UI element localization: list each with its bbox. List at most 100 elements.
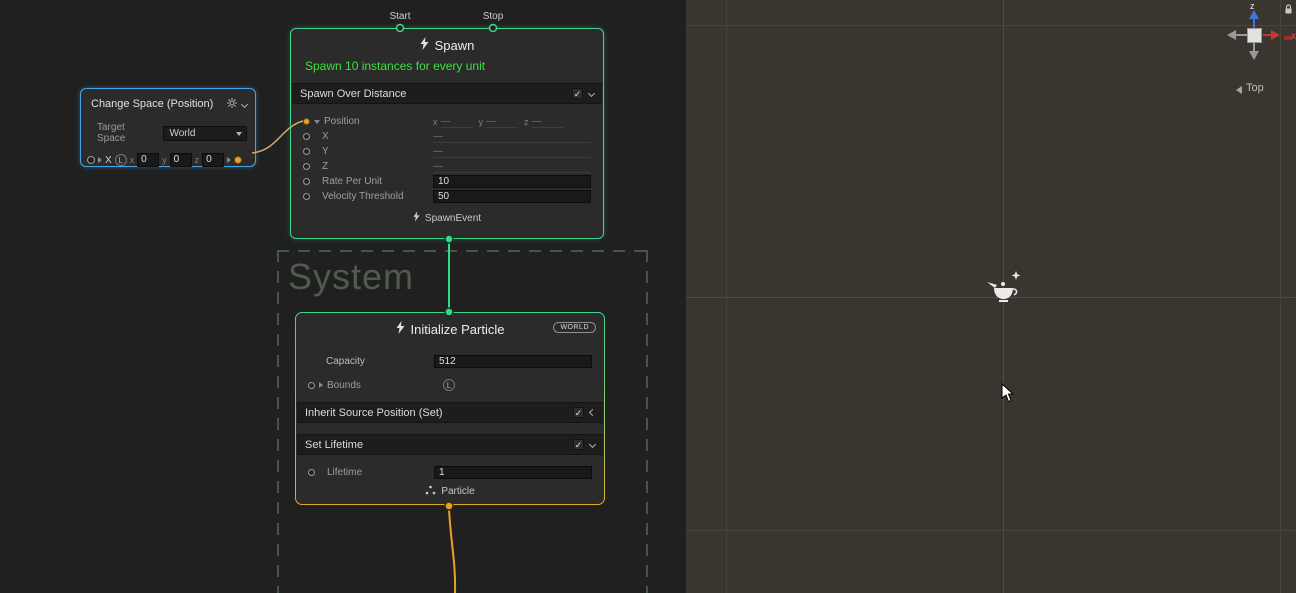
capacity-field[interactable]: 512: [434, 355, 592, 368]
rate-per-unit-label: Rate Per Unit: [322, 176, 382, 187]
spawn-title: Spawn: [435, 38, 475, 53]
particle-label: Particle: [441, 486, 474, 497]
velocity-threshold-label: Velocity Threshold: [322, 191, 404, 202]
gizmo-center-cube[interactable]: [1247, 28, 1262, 43]
change-space-input-port[interactable]: [87, 156, 95, 164]
input-x-label: X: [105, 155, 112, 166]
x-port[interactable]: [303, 133, 310, 140]
x-row-field: —: [433, 131, 591, 143]
change-space-node[interactable]: Change Space (Position) Target Space Wor…: [80, 88, 256, 167]
capacity-row: Capacity 512: [298, 353, 602, 369]
system-group-border-right[interactable]: [646, 250, 648, 593]
particle-icon: [425, 485, 436, 498]
position-expand-icon[interactable]: [314, 120, 320, 124]
x-value-field[interactable]: 0: [137, 153, 159, 167]
world-space-badge[interactable]: WORLD: [553, 322, 596, 333]
collapse-chevron-icon[interactable]: [241, 100, 248, 107]
target-space-label: Target Space: [97, 122, 155, 144]
lifetime-row: Lifetime 1: [298, 464, 602, 480]
graph-canvas[interactable]: System Start Stop Change Space (Position…: [0, 0, 686, 593]
y-port[interactable]: [303, 148, 310, 155]
spawn-subtitle: Spawn 10 instances for every unit: [305, 59, 485, 73]
rate-per-unit-row: Rate Per Unit 10: [293, 174, 601, 189]
lock-icon[interactable]: [1284, 2, 1293, 20]
position-label: Position: [324, 116, 360, 127]
view-mode-label[interactable]: Top: [1246, 82, 1264, 94]
pos-x-label: x: [433, 117, 438, 127]
particle-output-row: Particle: [296, 485, 604, 498]
gizmo-left-stem: [1236, 34, 1247, 36]
z-row: Z —: [293, 159, 601, 174]
change-space-output-port[interactable]: [234, 156, 242, 164]
initialize-bolt-icon: [396, 321, 405, 337]
y-component-label: y: [162, 155, 167, 165]
velocity-threshold-field[interactable]: 50: [433, 190, 591, 203]
spawn-over-distance-block[interactable]: Spawn Over Distance ✓: [292, 83, 602, 104]
z-value-field[interactable]: 0: [202, 153, 224, 167]
spawn-context-node[interactable]: Spawn Spawn 10 instances for every unit …: [290, 28, 604, 239]
spawn-stop-label: Stop: [471, 11, 515, 22]
spawn-output-row: SpawnEvent: [291, 211, 603, 225]
block-enabled-checkbox[interactable]: ✓: [572, 88, 583, 99]
initialize-title: Initialize Particle: [411, 322, 505, 337]
inherit-collapse-chevron-icon[interactable]: [589, 409, 596, 416]
spawnevent-label: SpawnEvent: [425, 213, 481, 224]
y-value-field[interactable]: 0: [170, 153, 192, 167]
bounds-space-toggle-icon[interactable]: L: [443, 379, 455, 391]
gizmo-x-axis[interactable]: [1271, 30, 1280, 40]
spawnevent-bolt-icon: [413, 211, 420, 225]
inherit-source-position-block[interactable]: Inherit Source Position (Set) ✓: [297, 402, 603, 423]
gizmo-z-axis[interactable]: [1249, 10, 1259, 19]
pos-y-field: —: [486, 116, 518, 128]
gizmo-down-stem: [1253, 43, 1255, 51]
spawn-bolt-icon: [420, 37, 429, 53]
rate-per-unit-port[interactable]: [303, 178, 310, 185]
gizmo-left-axis[interactable]: [1227, 30, 1236, 40]
spawn-start-label: Start: [378, 11, 422, 22]
pos-x-field: —: [441, 116, 473, 128]
z-row-field: —: [433, 161, 591, 173]
rate-per-unit-field[interactable]: 10: [433, 175, 591, 188]
set-lifetime-block[interactable]: Set Lifetime ✓: [297, 434, 603, 455]
system-group-border-top[interactable]: [277, 250, 648, 252]
bounds-expand-icon[interactable]: [319, 382, 323, 388]
gizmo-x-stem: [1263, 34, 1271, 36]
expand-triangle-icon[interactable]: [98, 157, 102, 163]
dropdown-arrow-icon: [236, 132, 242, 136]
view-mode-arrow-icon[interactable]: [1236, 86, 1242, 94]
gizmo-x-label: x: [1291, 31, 1296, 42]
gizmo-down-axis[interactable]: [1249, 51, 1259, 60]
lifetime-port[interactable]: [308, 469, 315, 476]
x-component-label: x: [130, 155, 135, 165]
lifetime-label: Lifetime: [327, 467, 362, 478]
position-port[interactable]: [303, 118, 310, 125]
scene-view[interactable]: z x Top: [686, 0, 1296, 593]
bounds-port[interactable]: [308, 382, 315, 389]
system-group-label: System: [288, 256, 414, 298]
pos-y-label: y: [479, 117, 484, 127]
lifetime-collapse-chevron-icon[interactable]: [589, 441, 596, 448]
edge-initialize-to-update[interactable]: [449, 507, 455, 593]
spawn-over-distance-title: Spawn Over Distance: [300, 88, 566, 100]
grid-line: [686, 530, 1296, 531]
bounds-row: Bounds L: [298, 377, 602, 393]
block-collapse-chevron-icon[interactable]: [588, 90, 595, 97]
z-port[interactable]: [303, 163, 310, 170]
lifetime-enabled-checkbox[interactable]: ✓: [573, 439, 584, 450]
gizmo-z-stem: [1253, 19, 1255, 28]
lifetime-field[interactable]: 1: [434, 466, 592, 479]
y-row-label: Y: [322, 146, 329, 157]
mouse-cursor: [1001, 383, 1015, 408]
bounds-label: Bounds: [327, 380, 361, 391]
capacity-label: Capacity: [326, 356, 365, 367]
settings-gear-icon[interactable]: [227, 95, 237, 113]
velocity-threshold-port[interactable]: [303, 193, 310, 200]
initialize-particle-node[interactable]: Initialize Particle WORLD Capacity 512 B…: [295, 312, 605, 505]
vfx-graph-window: System Start Stop Change Space (Position…: [0, 0, 1296, 593]
target-space-value: World: [169, 128, 195, 139]
space-toggle-icon[interactable]: L: [115, 154, 127, 166]
vfx-object-icon[interactable]: [986, 270, 1026, 311]
system-group-border-left[interactable]: [277, 250, 279, 593]
inherit-enabled-checkbox[interactable]: ✓: [573, 407, 584, 418]
target-space-dropdown[interactable]: World: [163, 126, 247, 141]
